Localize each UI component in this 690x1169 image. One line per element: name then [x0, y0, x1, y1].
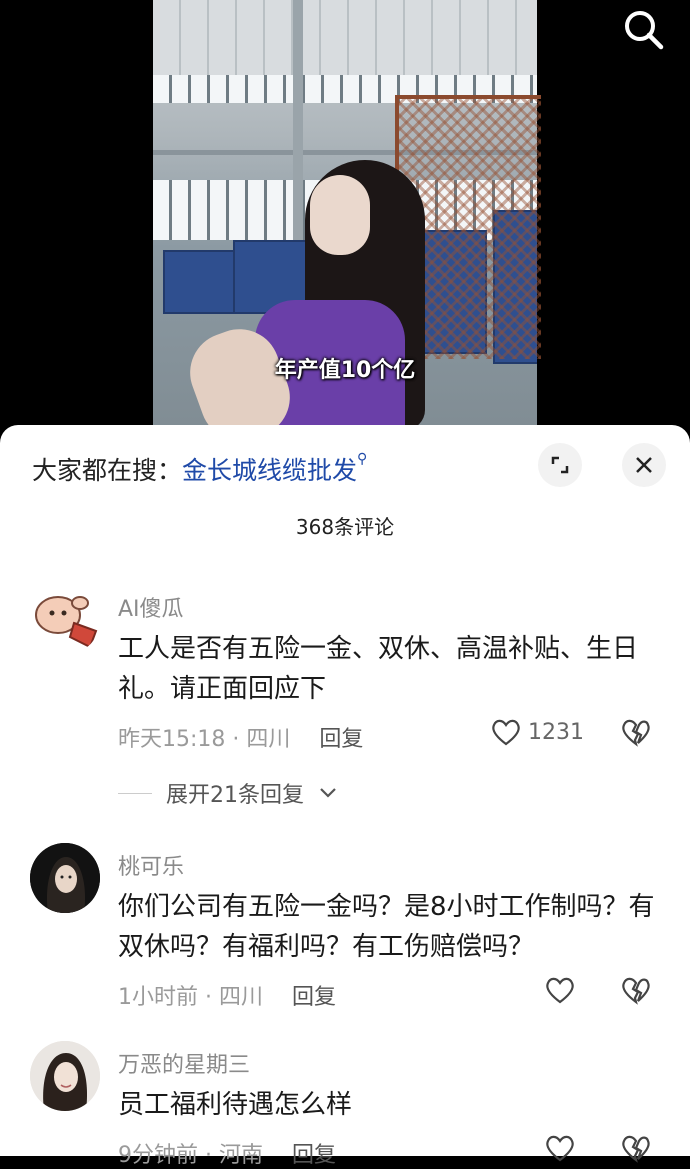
comment-location: 四川 — [219, 985, 264, 1010]
comment-time: 昨天15:18 — [118, 727, 226, 752]
comment-time: 1小时前 — [118, 985, 198, 1010]
comment-username[interactable]: 桃可乐 — [118, 849, 184, 881]
comment-meta: 1小时前 · 四川 回复 — [118, 979, 336, 1011]
like-button[interactable] — [544, 1133, 576, 1163]
broken-heart-icon — [622, 1135, 650, 1163]
hot-search-bar[interactable]: 大家都在搜：金长城线缆批发⚲ — [32, 451, 367, 487]
meta-dot: · — [205, 985, 219, 1010]
dislike-button[interactable] — [620, 1133, 652, 1167]
like-count: 1231 — [528, 719, 584, 745]
dislike-button[interactable] — [620, 975, 652, 1009]
search-small-icon: ⚲ — [357, 451, 368, 467]
hot-search-term[interactable]: 金长城线缆批发 — [182, 456, 357, 485]
comment-meta: 9分钟前 · 河南 回复 — [118, 1137, 336, 1169]
close-button[interactable] — [622, 443, 666, 487]
expand-replies-button[interactable]: 展开21条回复 — [118, 777, 338, 809]
avatar[interactable] — [30, 843, 100, 913]
reply-button[interactable]: 回复 — [319, 727, 363, 752]
heart-icon — [546, 1135, 574, 1162]
comment-username[interactable]: AI傻瓜 — [118, 591, 184, 623]
meta-dot: · — [232, 727, 247, 752]
search-icon[interactable] — [622, 8, 666, 52]
comment-sheet: 大家都在搜：金长城线缆批发⚲ 368条评论 AI傻瓜 工人是否有五险一金、双休、… — [0, 425, 690, 1168]
video-caption: 年产值10个亿 — [274, 358, 416, 383]
comment-text: 员工福利待遇怎么样 — [118, 1090, 353, 1120]
heart-icon — [492, 719, 520, 746]
dislike-button[interactable] — [620, 717, 652, 751]
broken-heart-icon — [622, 977, 650, 1005]
heart-icon — [546, 977, 574, 1004]
factory-roof — [153, 0, 537, 80]
hot-search-prefix: 大家都在搜： — [32, 456, 183, 485]
comment-location: 四川 — [246, 727, 291, 752]
comment-count: 368条评论 — [295, 515, 395, 539]
comment-text: 你们公司有五险一金吗？是8小时工作制吗？有双休吗？有福利吗？有工伤赔偿吗？ — [118, 892, 655, 962]
like-button[interactable] — [544, 975, 576, 1005]
avatar[interactable] — [30, 585, 100, 655]
like-button[interactable]: 1231 — [490, 717, 584, 747]
avatar[interactable] — [30, 1041, 100, 1111]
broken-heart-icon — [622, 719, 650, 747]
machine — [163, 250, 237, 314]
video-player[interactable]: 年产值10个亿 — [0, 0, 690, 450]
expand-replies-label: 展开21条回复 — [166, 783, 304, 808]
close-icon — [636, 457, 652, 473]
expand-button[interactable] — [538, 443, 582, 487]
comment-meta: 昨天15:18 · 四川 回复 — [118, 721, 363, 753]
divider — [118, 792, 152, 794]
comment-username[interactable]: 万恶的星期三 — [118, 1047, 250, 1079]
person-face — [310, 175, 370, 255]
reply-button[interactable]: 回复 — [292, 985, 336, 1010]
chevron-down-icon — [320, 788, 336, 798]
comment-text: 工人是否有五险一金、双休、高温补贴、生日礼。请正面回应下 — [118, 634, 639, 704]
expand-icon — [551, 456, 569, 474]
